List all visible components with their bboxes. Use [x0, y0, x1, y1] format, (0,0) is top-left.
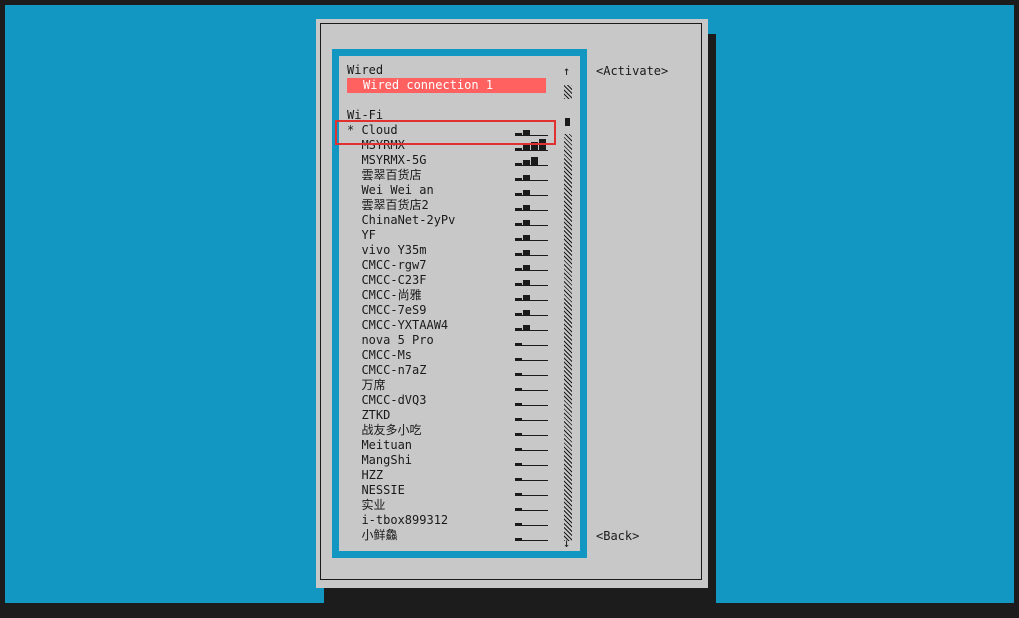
signal-strength-icon: [515, 348, 548, 363]
wifi-network-item[interactable]: 实业: [347, 498, 567, 513]
wifi-network-name: ZTKD: [347, 408, 391, 422]
signal-strength-icon: [515, 513, 548, 528]
wifi-network-item[interactable]: 雲翠百货店2: [347, 198, 567, 213]
wifi-network-item[interactable]: CMCC-rgw7: [347, 258, 567, 273]
wifi-network-item[interactable]: ZTKD: [347, 408, 567, 423]
wifi-network-item[interactable]: CMCC-7eS9: [347, 303, 567, 318]
signal-strength-icon: [515, 198, 548, 213]
wifi-network-item[interactable]: Meituan: [347, 438, 567, 453]
wifi-network-name: MangShi: [347, 453, 413, 467]
signal-strength-icon: [515, 303, 548, 318]
wifi-network-item[interactable]: CMCC-尚雅: [347, 288, 567, 303]
wifi-network-name: 万席: [347, 378, 386, 392]
wifi-network-name: vivo Y35m: [347, 243, 427, 257]
wifi-network-item[interactable]: nova 5 Pro: [347, 333, 567, 348]
scrollbar-thumb[interactable]: [565, 118, 570, 126]
wifi-network-name: 雲翠百货店: [347, 168, 422, 182]
wifi-network-item[interactable]: CMCC-C23F: [347, 273, 567, 288]
signal-strength-icon: [515, 273, 548, 288]
signal-strength-icon: [515, 243, 548, 258]
wifi-network-item[interactable]: CMCC-Ms: [347, 348, 567, 363]
wifi-network-item[interactable]: 万席: [347, 378, 567, 393]
signal-strength-icon: [515, 363, 548, 378]
signal-strength-icon: [515, 468, 548, 483]
wifi-network-name: Wei Wei an: [347, 183, 434, 197]
wifi-network-name: Meituan: [347, 438, 413, 452]
wifi-network-name: YF: [347, 228, 376, 242]
wifi-network-item[interactable]: 战友多小吃: [347, 423, 567, 438]
signal-strength-icon: [515, 318, 548, 333]
wifi-network-name: 雲翠百货店2: [347, 198, 429, 212]
wifi-network-name: 小鲜鱻: [347, 528, 398, 542]
wifi-network-item[interactable]: * Cloud: [347, 123, 567, 138]
wifi-section-header: Wi-Fi: [347, 108, 384, 122]
signal-strength-icon: [515, 213, 548, 228]
wifi-network-item[interactable]: i-tbox899312: [347, 513, 567, 528]
signal-strength-icon: [515, 333, 548, 348]
scrollbar-track-top: [564, 85, 572, 99]
signal-strength-icon: [515, 258, 548, 273]
wifi-network-item[interactable]: NESSIE: [347, 483, 567, 498]
wifi-network-name: 战友多小吃: [347, 423, 422, 437]
signal-strength-icon: [515, 288, 548, 303]
nmtui-dialog: Wired Wired connection 1 Wi-Fi * Cloud M…: [316, 19, 708, 588]
signal-strength-icon: [515, 168, 548, 183]
signal-strength-icon: [515, 408, 548, 423]
wifi-network-item[interactable]: CMCC-dVQ3: [347, 393, 567, 408]
signal-strength-icon: [515, 453, 548, 468]
signal-strength-icon: [515, 528, 548, 543]
wifi-network-item[interactable]: 雲翠百货店: [347, 168, 567, 183]
dialog-shadow-right: [708, 34, 716, 618]
signal-strength-icon: [515, 183, 548, 198]
scrollbar-track[interactable]: [564, 134, 572, 541]
scroll-up-arrow-icon[interactable]: ↑: [563, 65, 570, 77]
wifi-network-name: CMCC-dVQ3: [347, 393, 427, 407]
activate-button[interactable]: <Activate>: [596, 64, 668, 79]
wifi-network-item[interactable]: MangShi: [347, 453, 567, 468]
signal-strength-icon: [515, 153, 548, 168]
connection-list[interactable]: Wired Wired connection 1 Wi-Fi * Cloud M…: [332, 49, 587, 558]
wifi-network-name: CMCC-C23F: [347, 273, 427, 287]
signal-strength-icon: [515, 423, 548, 438]
signal-strength-icon: [515, 378, 548, 393]
wifi-network-item[interactable]: YF: [347, 228, 567, 243]
connection-list-inner: Wired Wired connection 1 Wi-Fi * Cloud M…: [339, 56, 580, 551]
wifi-network-item[interactable]: 小鲜鱻: [347, 528, 567, 543]
signal-strength-icon: [515, 228, 548, 243]
wifi-network-name: nova 5 Pro: [347, 333, 434, 347]
wifi-network-name: CMCC-Ms: [347, 348, 413, 362]
wifi-network-name: CMCC-YXTAAW4: [347, 318, 449, 332]
wifi-network-name: CMCC-rgw7: [347, 258, 427, 272]
dialog-shadow-bottom: [324, 588, 716, 618]
wifi-network-name: i-tbox899312: [347, 513, 449, 527]
wifi-network-name: MSYRMX-5G: [347, 153, 427, 167]
signal-strength-icon: [515, 393, 548, 408]
wifi-network-name: 实业: [347, 498, 386, 512]
scroll-down-arrow-icon[interactable]: ↓: [563, 537, 570, 549]
signal-strength-icon: [515, 123, 548, 138]
wifi-network-item[interactable]: vivo Y35m: [347, 243, 567, 258]
wifi-network-name: HZZ: [347, 468, 384, 482]
back-button[interactable]: <Back>: [596, 529, 639, 544]
wired-connection-item[interactable]: Wired connection 1: [347, 78, 546, 93]
wifi-network-item[interactable]: MSYRMX-5G: [347, 153, 567, 168]
wifi-network-name: * Cloud: [347, 123, 398, 137]
wired-section-header: Wired: [347, 63, 384, 77]
signal-strength-icon: [515, 498, 548, 513]
wifi-network-name: CMCC-7eS9: [347, 303, 427, 317]
wifi-network-name: NESSIE: [347, 483, 405, 497]
signal-strength-icon: [515, 438, 548, 453]
wifi-network-name: CMCC-n7aZ: [347, 363, 427, 377]
wifi-network-item[interactable]: HZZ: [347, 468, 567, 483]
wifi-network-item[interactable]: CMCC-YXTAAW4: [347, 318, 567, 333]
wifi-network-name: MSYRMX: [347, 138, 405, 152]
wifi-network-item[interactable]: CMCC-n7aZ: [347, 363, 567, 378]
signal-strength-icon: [515, 483, 548, 498]
wifi-network-name: CMCC-尚雅: [347, 288, 422, 302]
wifi-network-name: ChinaNet-2yPv: [347, 213, 456, 227]
wifi-network-item[interactable]: MSYRMX: [347, 138, 567, 153]
signal-strength-icon: [515, 138, 548, 153]
wifi-network-item[interactable]: ChinaNet-2yPv: [347, 213, 567, 228]
wifi-network-item[interactable]: Wei Wei an: [347, 183, 567, 198]
